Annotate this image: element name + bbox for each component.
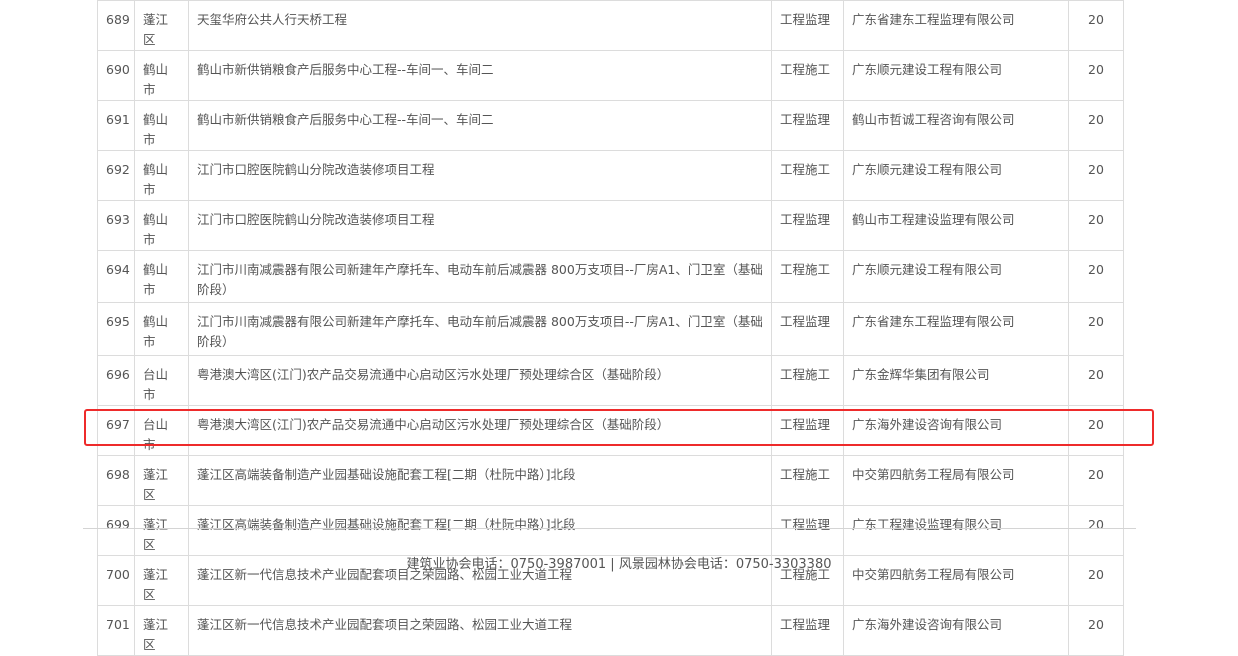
table-row: 692 鹤山市 江门市口腔医院鹤山分院改造装修项目工程 工程施工 广东顺元建设工程有限公…	[97, 150, 1124, 201]
cell-type: 工程施工	[771, 355, 844, 406]
cell-district: 蓬江区	[134, 505, 189, 556]
cell-company: 广东海外建设咨询有限公司	[843, 405, 1069, 456]
cell-no: 696	[97, 355, 135, 406]
footer-divider	[83, 528, 1136, 529]
cell-project: 粤港澳大湾区(江门)农产品交易流通中心启动区污水处理厂预处理综合区（基础阶段）	[188, 355, 772, 406]
cell-no: 698	[97, 455, 135, 506]
table-row: 697 台山市 粤港澳大湾区(江门)农产品交易流通中心启动区污水处理厂预处理综合区（…	[97, 405, 1124, 456]
cell-project: 蓬江区高端装备制造产业园基础设施配套工程[二期（杜阮中路）]北段	[188, 455, 772, 506]
cell-no: 693	[97, 200, 135, 251]
cell-district: 鹤山市	[134, 150, 189, 201]
cell-district: 鹤山市	[134, 50, 189, 101]
cell-no: 701	[97, 605, 135, 656]
table-row: 701 蓬江区 蓬江区新一代信息技术产业园配套项目之荣园路、松园工业大道工程 工程监理…	[97, 605, 1124, 656]
cell-no: 690	[97, 50, 135, 101]
cell-type: 工程监理	[771, 100, 844, 151]
cell-district: 鹤山市	[134, 250, 189, 303]
cell-company: 中交第四航务工程局有限公司	[843, 455, 1069, 506]
cell-company: 广东工程建设监理有限公司	[843, 505, 1069, 556]
cell-company: 广东海外建设咨询有限公司	[843, 605, 1069, 656]
table-row: 691 鹤山市 鹤山市新供销粮食产后服务中心工程--车间一、车间二 工程监理 鹤山市哲诚…	[97, 100, 1124, 151]
table-row: 696 台山市 粤港澳大湾区(江门)农产品交易流通中心启动区污水处理厂预处理综合区（…	[97, 355, 1124, 406]
cell-project: 江门市口腔医院鹤山分院改造装修项目工程	[188, 200, 772, 251]
cell-type: 工程监理	[771, 505, 844, 556]
cell-company: 鹤山市哲诚工程咨询有限公司	[843, 100, 1069, 151]
table-row: 699 蓬江区 蓬江区高端装备制造产业园基础设施配套工程[二期（杜阮中路）]北段 工程…	[97, 505, 1124, 556]
cell-score: 20	[1068, 250, 1124, 303]
cell-score: 20	[1068, 50, 1124, 101]
cell-project: 江门市川南减震器有限公司新建年产摩托车、电动车前后减震器 800万支项目--厂房…	[188, 250, 772, 303]
cell-score: 20	[1068, 605, 1124, 656]
cell-district: 鹤山市	[134, 100, 189, 151]
cell-district: 鹤山市	[134, 302, 189, 356]
cell-type: 工程施工	[771, 455, 844, 506]
cell-project: 鹤山市新供销粮食产后服务中心工程--车间一、车间二	[188, 50, 772, 101]
cell-project: 江门市川南减震器有限公司新建年产摩托车、电动车前后减震器 800万支项目--厂房…	[188, 302, 772, 356]
cell-score: 20	[1068, 100, 1124, 151]
cell-project: 蓬江区高端装备制造产业园基础设施配套工程[二期（杜阮中路）]北段	[188, 505, 772, 556]
table-row: 695 鹤山市 江门市川南减震器有限公司新建年产摩托车、电动车前后减震器 800万支…	[97, 302, 1124, 356]
cell-no: 691	[97, 100, 135, 151]
cell-score: 20	[1068, 455, 1124, 506]
cell-project: 粤港澳大湾区(江门)农产品交易流通中心启动区污水处理厂预处理综合区（基础阶段）	[188, 405, 772, 456]
table-row: 693 鹤山市 江门市口腔医院鹤山分院改造装修项目工程 工程监理 鹤山市工程建设监理有限…	[97, 200, 1124, 251]
cell-type: 工程监理	[771, 405, 844, 456]
cell-no: 694	[97, 250, 135, 303]
cell-district: 台山市	[134, 355, 189, 406]
table-row: 690 鹤山市 鹤山市新供销粮食产后服务中心工程--车间一、车间二 工程施工 广东顺元建…	[97, 50, 1124, 101]
cell-type: 工程监理	[771, 605, 844, 656]
cell-company: 广东省建东工程监理有限公司	[843, 302, 1069, 356]
cell-type: 工程监理	[771, 200, 844, 251]
cell-company: 广东金辉华集团有限公司	[843, 355, 1069, 406]
cell-district: 蓬江区	[134, 0, 189, 51]
cell-district: 台山市	[134, 405, 189, 456]
cell-score: 20	[1068, 302, 1124, 356]
cell-no: 695	[97, 302, 135, 356]
cell-project: 鹤山市新供销粮食产后服务中心工程--车间一、车间二	[188, 100, 772, 151]
cell-no: 697	[97, 405, 135, 456]
cell-score: 20	[1068, 405, 1124, 456]
cell-company: 广东顺元建设工程有限公司	[843, 150, 1069, 201]
cell-score: 20	[1068, 505, 1124, 556]
cell-district: 蓬江区	[134, 455, 189, 506]
cell-no: 699	[97, 505, 135, 556]
cell-score: 20	[1068, 355, 1124, 406]
cell-type: 工程施工	[771, 50, 844, 101]
cell-project: 蓬江区新一代信息技术产业园配套项目之荣园路、松园工业大道工程	[188, 605, 772, 656]
cell-type: 工程监理	[771, 302, 844, 356]
cell-project: 江门市口腔医院鹤山分院改造装修项目工程	[188, 150, 772, 201]
cell-type: 工程监理	[771, 0, 844, 51]
cell-score: 20	[1068, 150, 1124, 201]
table-row: 694 鹤山市 江门市川南减震器有限公司新建年产摩托车、电动车前后减震器 800万支…	[97, 250, 1124, 303]
table-row: 689 蓬江区 天玺华府公共人行天桥工程 工程监理 广东省建东工程监理有限公司 20	[97, 0, 1124, 51]
cell-company: 广东顺元建设工程有限公司	[843, 250, 1069, 303]
cell-type: 工程施工	[771, 250, 844, 303]
cell-no: 692	[97, 150, 135, 201]
cell-company: 广东顺元建设工程有限公司	[843, 50, 1069, 101]
table-row: 698 蓬江区 蓬江区高端装备制造产业园基础设施配套工程[二期（杜阮中路）]北段 工程…	[97, 455, 1124, 506]
cell-type: 工程施工	[771, 150, 844, 201]
cell-district: 鹤山市	[134, 200, 189, 251]
cell-score: 20	[1068, 200, 1124, 251]
cell-project: 天玺华府公共人行天桥工程	[188, 0, 772, 51]
cell-company: 广东省建东工程监理有限公司	[843, 0, 1069, 51]
cell-no: 689	[97, 0, 135, 51]
cell-company: 鹤山市工程建设监理有限公司	[843, 200, 1069, 251]
cell-district: 蓬江区	[134, 605, 189, 656]
cell-score: 20	[1068, 0, 1124, 51]
